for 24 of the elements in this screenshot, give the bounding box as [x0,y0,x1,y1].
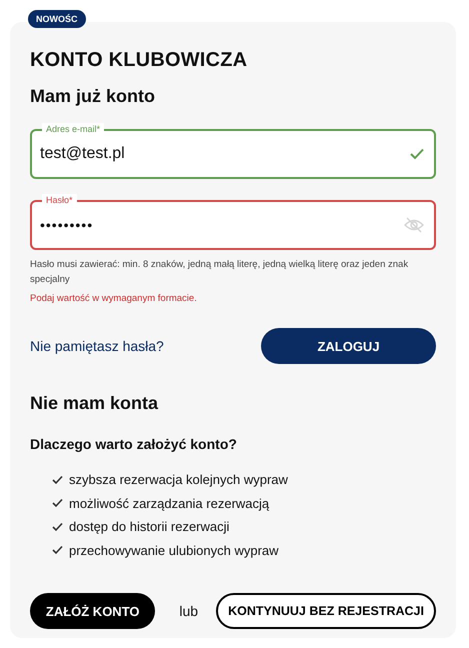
field-label: Hasło* [42,194,77,206]
eye-icon[interactable] [404,217,424,233]
benefit-text: dostęp do historii rezerwacji [69,519,230,534]
benefit-text: szybsza rezerwacja kolejnych wypraw [69,472,288,488]
check-icon [52,545,63,556]
field-label: Adres e-mail* [42,123,104,135]
password-hint: Hasło musi zawierać: min. 8 znaków, jedną małą literę, jedną wielką literę oraz jeden znak specjalny [30,258,410,287]
error-message: Podaj wartość w wymaganym formacie. [30,293,198,304]
forgot-password-link[interactable]: Nie pamiętasz hasła? [30,338,164,354]
register-heading: Nie mam konta [30,393,160,414]
login-button[interactable]: ZALOGUJ [261,328,436,364]
check-icon [52,522,63,532]
check-icon [410,148,424,160]
section-title: KONTO KLUBOWICZA [30,49,248,72]
login-heading: Mam już konto [30,86,156,107]
or-text: lub [179,603,198,619]
benefits-heading: Dlaczego warto założyć konto? [30,436,238,452]
check-icon [52,474,63,485]
new-badge: NOWOŚC [28,10,86,28]
benefit-text: możliwość zarządzania rezerwacją [69,496,270,511]
benefit-text: przechowywanie ulubionych wypraw [69,542,279,558]
check-icon [52,498,63,508]
continue-without-registration-button[interactable]: KONTYNUUJ BEZ REJESTRACJI [216,593,436,629]
create-account-button[interactable]: ZAŁÓŻ KONTO [30,593,156,629]
